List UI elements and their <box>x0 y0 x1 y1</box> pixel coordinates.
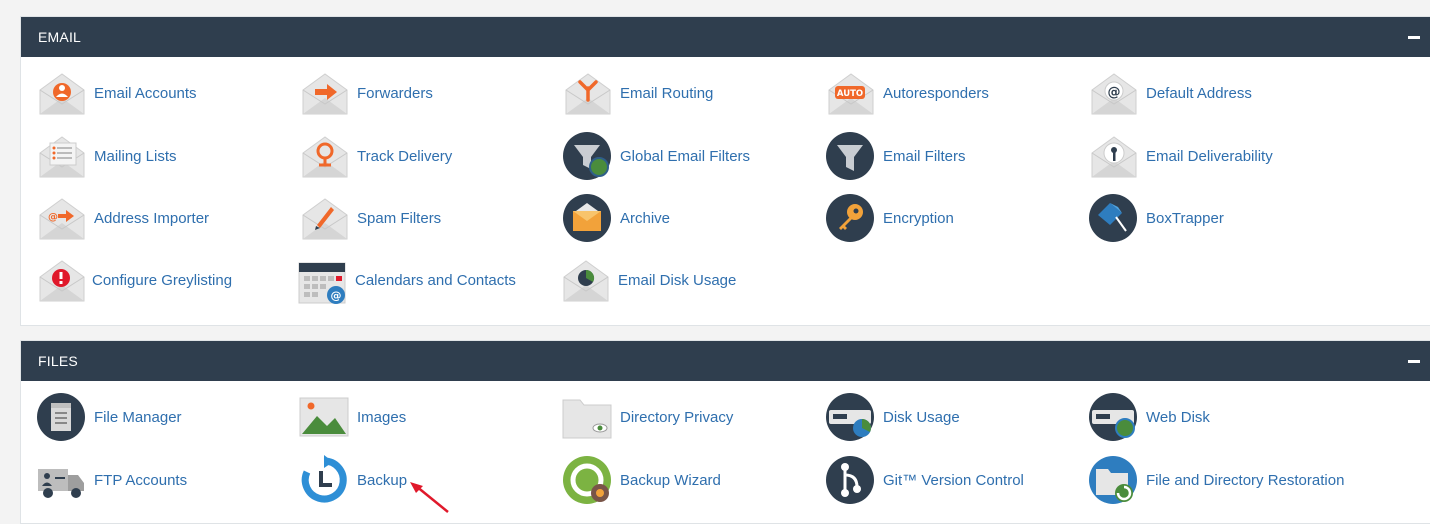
svg-text:@: @ <box>331 289 342 302</box>
spam-filters-label: Spam Filters <box>357 209 442 227</box>
email-routing-label: Email Routing <box>620 84 714 102</box>
svg-text:@: @ <box>1108 85 1121 100</box>
email-section-title: EMAIL <box>38 29 82 45</box>
autoresponders-icon: AUTO <box>825 68 877 118</box>
ftp-accounts-label: FTP Accounts <box>94 471 188 489</box>
default-address-label: Default Address <box>1146 84 1252 102</box>
track-delivery-link[interactable]: Track Delivery <box>299 131 452 181</box>
images-icon <box>299 392 351 442</box>
files-section-header[interactable]: FILES <box>21 341 1430 381</box>
calendars-and-contacts-label: Calendars and Contacts <box>355 271 516 289</box>
images-link[interactable]: Images <box>299 392 406 442</box>
disk-usage-link[interactable]: Disk Usage <box>825 392 960 442</box>
forwarders-label: Forwarders <box>357 84 433 102</box>
autoresponders-link[interactable]: AUTO Autoresponders <box>825 68 989 118</box>
directory-privacy-link[interactable]: Directory Privacy <box>562 392 733 442</box>
backup-label: Backup <box>357 471 408 489</box>
file-and-directory-restoration-label: File and Directory Restoration <box>1146 471 1345 489</box>
archive-link[interactable]: Archive <box>562 193 670 243</box>
backup-link[interactable]: Backup <box>299 455 407 505</box>
forwarders-link[interactable]: Forwarders <box>299 68 433 118</box>
encryption-link[interactable]: Encryption <box>825 193 954 243</box>
backup-wizard-label: Backup Wizard <box>620 471 721 489</box>
email-routing-icon <box>562 68 614 118</box>
track-delivery-label: Track Delivery <box>357 147 453 165</box>
encryption-icon <box>825 193 877 243</box>
email-disk-usage-icon <box>560 255 612 305</box>
email-filters-icon <box>825 131 877 181</box>
mailing-lists-icon <box>36 131 88 181</box>
mailing-lists-label: Mailing Lists <box>94 147 177 165</box>
web-disk-icon <box>1088 392 1140 442</box>
directory-privacy-icon <box>562 392 614 442</box>
file-and-directory-restoration-icon <box>1088 455 1140 505</box>
calendars-and-contacts-icon: @ <box>297 255 349 305</box>
email-filters-label: Email Filters <box>883 147 966 165</box>
address-importer-label: Address Importer <box>94 209 210 227</box>
ftp-accounts-link[interactable]: FTP Accounts <box>36 455 187 505</box>
boxtrapper-label: BoxTrapper <box>1146 209 1224 227</box>
address-importer-icon: @ <box>36 193 88 243</box>
global-email-filters-label: Global Email Filters <box>620 147 751 165</box>
svg-text:AUTO: AUTO <box>837 89 863 99</box>
spam-filters-icon <box>299 193 351 243</box>
email-section-header[interactable]: EMAIL <box>21 17 1430 57</box>
file-manager-label: File Manager <box>94 408 182 426</box>
forwarders-icon <box>299 68 351 118</box>
email-filters-link[interactable]: Email Filters <box>825 131 966 181</box>
git-version-control-link[interactable]: Git™ Version Control <box>825 455 1024 505</box>
web-disk-label: Web Disk <box>1146 408 1210 426</box>
disk-usage-icon <box>825 392 877 442</box>
file-manager-icon <box>36 392 88 442</box>
backup-wizard-icon <box>562 455 614 505</box>
global-email-filters-link[interactable]: Global Email Filters <box>562 131 750 181</box>
images-label: Images <box>357 408 407 426</box>
email-accounts-link[interactable]: Email Accounts <box>36 68 197 118</box>
address-importer-link[interactable]: @ Address Importer <box>36 193 209 243</box>
archive-label: Archive <box>620 209 671 227</box>
default-address-icon: @ <box>1088 68 1140 118</box>
git-version-control-icon <box>825 455 877 505</box>
backup-icon <box>299 455 351 505</box>
email-disk-usage-label: Email Disk Usage <box>618 271 737 289</box>
configure-greylisting-icon <box>36 255 88 305</box>
global-email-filters-icon <box>562 131 614 181</box>
archive-icon <box>562 193 614 243</box>
email-accounts-label: Email Accounts <box>94 84 197 102</box>
email-deliverability-icon <box>1088 131 1140 181</box>
spam-filters-link[interactable]: Spam Filters <box>299 193 441 243</box>
web-disk-link[interactable]: Web Disk <box>1088 392 1210 442</box>
email-deliverability-link[interactable]: Email Deliverability <box>1088 131 1273 181</box>
configure-greylisting-label: Configure Greylisting <box>92 271 233 289</box>
collapse-files-icon[interactable] <box>1408 353 1422 369</box>
email-accounts-icon <box>36 68 88 118</box>
boxtrapper-link[interactable]: BoxTrapper <box>1088 193 1224 243</box>
email-disk-usage-link[interactable]: Email Disk Usage <box>560 255 736 305</box>
svg-text:@: @ <box>48 212 58 223</box>
ftp-accounts-icon <box>36 455 88 505</box>
email-routing-link[interactable]: Email Routing <box>562 68 713 118</box>
default-address-link[interactable]: @ Default Address <box>1088 68 1252 118</box>
boxtrapper-icon <box>1088 193 1140 243</box>
track-delivery-icon <box>299 131 351 181</box>
calendars-and-contacts-link[interactable]: @ Calendars and Contacts <box>297 255 516 305</box>
mailing-lists-link[interactable]: Mailing Lists <box>36 131 177 181</box>
file-and-directory-restoration-link[interactable]: File and Directory Restoration <box>1088 455 1344 505</box>
file-manager-link[interactable]: File Manager <box>36 392 182 442</box>
encryption-label: Encryption <box>883 209 954 227</box>
autoresponders-label: Autoresponders <box>883 84 989 102</box>
backup-wizard-link[interactable]: Backup Wizard <box>562 455 721 505</box>
disk-usage-label: Disk Usage <box>883 408 960 426</box>
configure-greylisting-link[interactable]: Configure Greylisting <box>36 255 232 305</box>
git-version-control-label: Git™ Version Control <box>883 471 1024 489</box>
red-arrow-annotation <box>410 482 449 513</box>
directory-privacy-label: Directory Privacy <box>620 408 734 426</box>
collapse-email-icon[interactable] <box>1408 29 1422 45</box>
email-deliverability-label: Email Deliverability <box>1146 147 1273 165</box>
files-section-title: FILES <box>38 353 78 369</box>
